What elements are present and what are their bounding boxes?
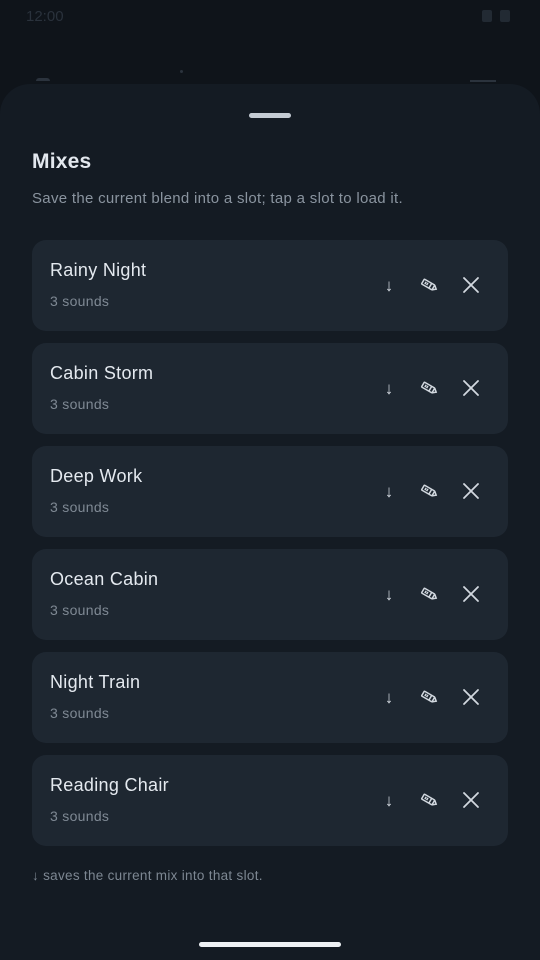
mix-actions: ↓	[374, 373, 486, 403]
delete-button[interactable]	[456, 682, 486, 712]
delete-button[interactable]	[456, 785, 486, 815]
delete-button[interactable]	[456, 476, 486, 506]
mix-actions: ↓	[374, 476, 486, 506]
rename-button[interactable]	[414, 579, 444, 609]
rename-button[interactable]	[414, 373, 444, 403]
sheet-subtitle: Save the current blend into a slot; tap …	[32, 190, 403, 207]
mix-slot-card[interactable]: Cabin Storm 3 sounds ↓	[32, 343, 508, 434]
mix-name: Ocean Cabin	[50, 569, 159, 589]
mix-name: Night Train	[50, 672, 141, 692]
battery-icon	[500, 10, 510, 22]
down-arrow-icon: ↓	[384, 584, 394, 604]
mix-name: Cabin Storm	[50, 363, 154, 383]
mix-sound-count: 3 sounds	[50, 499, 110, 515]
mix-slot-card[interactable]: Night Train 3 sounds ↓	[32, 652, 508, 743]
mixes-bottom-sheet: Mixes Save the current blend into a slot…	[0, 84, 540, 960]
mix-sound-count: 3 sounds	[50, 808, 110, 824]
mix-sound-count: 3 sounds	[50, 705, 110, 721]
mix-slot-card[interactable]: Reading Chair 3 sounds ↓	[32, 755, 508, 846]
status-time: 12:00	[26, 7, 64, 25]
rename-button[interactable]	[414, 785, 444, 815]
pencil-icon	[421, 278, 438, 291]
delete-button[interactable]	[456, 373, 486, 403]
pencil-icon	[421, 690, 438, 703]
mix-slot-card[interactable]: Deep Work 3 sounds ↓	[32, 446, 508, 537]
down-arrow-icon: ↓	[384, 687, 394, 707]
mix-actions: ↓	[374, 270, 486, 300]
down-arrow-icon: ↓	[384, 790, 394, 810]
mix-actions: ↓	[374, 579, 486, 609]
delete-button[interactable]	[456, 579, 486, 609]
rename-button[interactable]	[414, 270, 444, 300]
save-to-slot-button[interactable]: ↓	[374, 476, 404, 506]
sheet-drag-handle[interactable]	[249, 113, 291, 118]
close-icon	[463, 689, 479, 705]
home-indicator[interactable]	[199, 942, 341, 947]
rename-button[interactable]	[414, 682, 444, 712]
pencil-icon	[421, 587, 438, 600]
down-arrow-icon: ↓	[384, 481, 394, 501]
down-arrow-icon: ↓	[384, 378, 394, 398]
save-to-slot-button[interactable]: ↓	[374, 682, 404, 712]
mix-sound-count: 3 sounds	[50, 396, 110, 412]
screen: 12:00 Mixes Save the current blend into …	[0, 0, 540, 960]
status-icons	[482, 10, 510, 22]
signal-icon	[482, 10, 492, 22]
mix-sound-count: 3 sounds	[50, 602, 110, 618]
background-toolbar-dot	[180, 70, 183, 73]
down-arrow-icon: ↓	[384, 275, 394, 295]
footer-hint: ↓ saves the current mix into that slot.	[32, 868, 263, 883]
mix-actions: ↓	[374, 785, 486, 815]
mix-list: Rainy Night 3 sounds ↓ Cabin Storm 3 sou…	[32, 240, 508, 858]
mix-name: Deep Work	[50, 466, 143, 486]
save-to-slot-button[interactable]: ↓	[374, 579, 404, 609]
save-to-slot-button[interactable]: ↓	[374, 373, 404, 403]
pencil-icon	[421, 381, 438, 394]
close-icon	[463, 277, 479, 293]
close-icon	[463, 792, 479, 808]
mix-sound-count: 3 sounds	[50, 293, 110, 309]
close-icon	[463, 483, 479, 499]
close-icon	[463, 586, 479, 602]
save-to-slot-button[interactable]: ↓	[374, 270, 404, 300]
pencil-icon	[421, 793, 438, 806]
sheet-title: Mixes	[32, 150, 92, 173]
rename-button[interactable]	[414, 476, 444, 506]
close-icon	[463, 380, 479, 396]
mix-actions: ↓	[374, 682, 486, 712]
mix-slot-card[interactable]: Ocean Cabin 3 sounds ↓	[32, 549, 508, 640]
mix-name: Reading Chair	[50, 775, 169, 795]
mix-name: Rainy Night	[50, 260, 147, 280]
pencil-icon	[421, 484, 438, 497]
status-bar: 12:00	[0, 0, 540, 32]
mix-slot-card[interactable]: Rainy Night 3 sounds ↓	[32, 240, 508, 331]
save-to-slot-button[interactable]: ↓	[374, 785, 404, 815]
delete-button[interactable]	[456, 270, 486, 300]
